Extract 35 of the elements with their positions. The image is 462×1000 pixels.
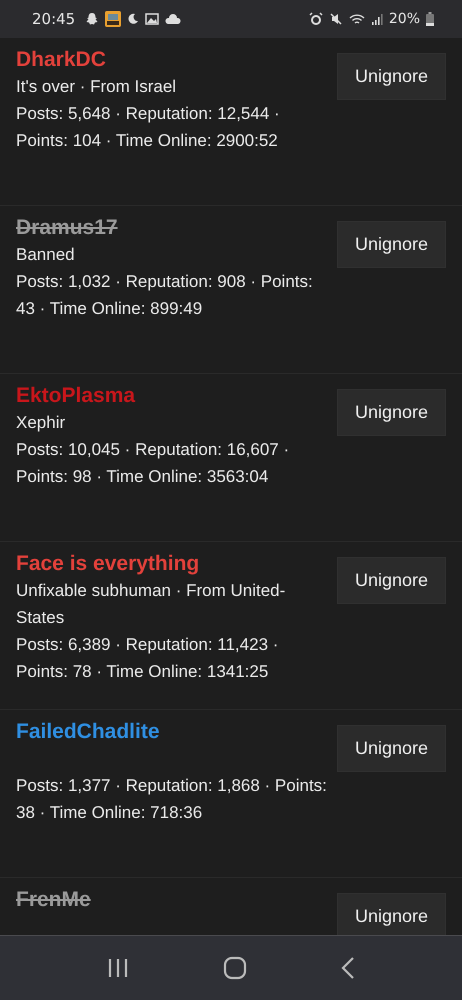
home-icon[interactable] <box>223 956 247 980</box>
user-stats: Posts: 1,032 · Reputation: 908 · Points: 43 · Time Online: 899:49 <box>16 271 314 320</box>
back-icon[interactable] <box>341 957 355 979</box>
battery-icon <box>426 12 434 26</box>
alarm-icon <box>308 12 323 26</box>
user-title: Banned <box>16 245 75 264</box>
wifi-icon <box>348 12 365 26</box>
cloud-icon <box>165 14 182 24</box>
status-time: 20:45 <box>32 10 76 28</box>
moon-icon <box>127 13 140 25</box>
unignore-button[interactable]: Unignore <box>337 389 446 436</box>
username[interactable]: FailedChadlite <box>16 719 331 745</box>
image-icon <box>145 13 160 25</box>
username[interactable]: FrenMe <box>16 887 331 913</box>
signal-icon <box>370 13 383 25</box>
mute-icon <box>328 12 343 26</box>
user-stats: Posts: 1,377 · Reputation: 1,868 · Points: 38 · Time Online: 718:36 <box>16 775 328 824</box>
unignore-button[interactable]: Unignore <box>337 53 446 100</box>
unignore-button[interactable]: Unignore <box>337 557 446 604</box>
unignore-button[interactable]: Unignore <box>337 725 446 772</box>
user-stats: Posts: 10,045 · Reputation: 16,607 · Points: 98 · Time Online: 3563:04 <box>16 439 290 488</box>
user-title: It's over · From Israel <box>16 77 176 96</box>
username[interactable]: DharkDC <box>16 47 331 73</box>
unignore-button[interactable]: Unignore <box>337 221 446 268</box>
app-icon <box>105 11 122 27</box>
user-title: Unfixable subhuman · From United-States <box>16 581 286 627</box>
ghost-icon <box>85 12 100 26</box>
user-title: Xephir <box>16 413 66 432</box>
unignore-button[interactable]: Unignore <box>337 893 446 935</box>
user-stats: Posts: 6,389 · Reputation: 11,423 · Points: 78 · Time Online: 1341:25 <box>16 634 280 683</box>
battery-percent: 20% <box>388 11 420 27</box>
recent-apps-icon[interactable] <box>107 959 129 977</box>
username[interactable]: Dramus17 <box>16 215 331 241</box>
username[interactable]: Face is everything <box>16 551 331 577</box>
user-stats: Posts: 5,648 · Reputation: 12,544 · Points: 104 · Time Online: 2900:52 <box>16 103 281 152</box>
